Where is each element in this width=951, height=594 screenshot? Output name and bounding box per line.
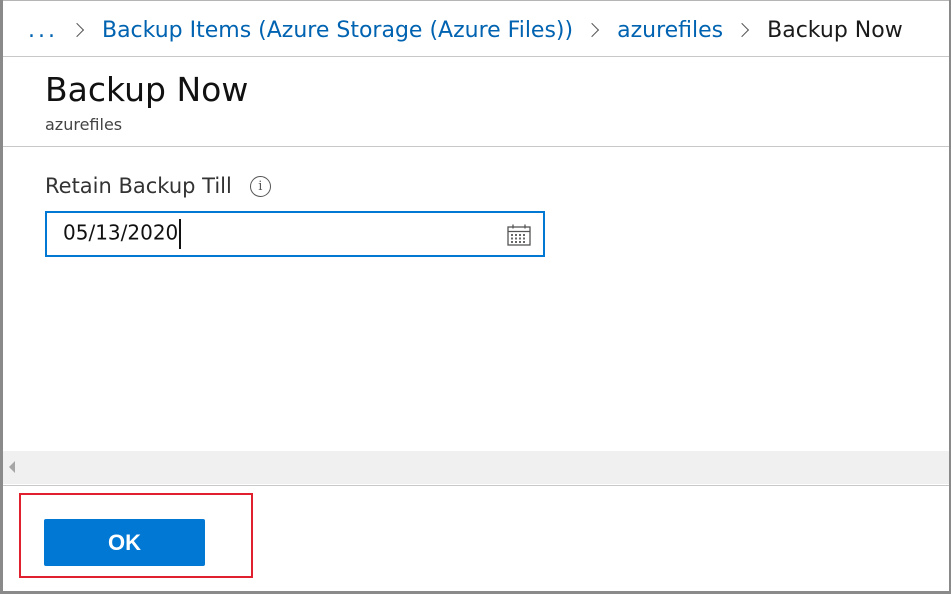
horizontal-scrollbar[interactable] [3, 451, 949, 484]
breadcrumb-item-azurefiles[interactable]: azurefiles [617, 18, 723, 43]
divider [3, 146, 949, 147]
window-edge-left [0, 0, 3, 594]
breadcrumb-ellipsis[interactable]: ... [28, 18, 58, 43]
breadcrumb: ... Backup Items (Azure Storage (Azure F… [28, 12, 903, 48]
retain-backup-label-text: Retain Backup Till [45, 174, 232, 198]
retain-backup-label: Retain Backup Till i [45, 174, 271, 198]
divider [3, 56, 949, 57]
chevron-right-icon [69, 22, 85, 38]
chevron-right-icon [735, 22, 750, 38]
chevron-right-icon [585, 22, 600, 38]
divider [3, 485, 949, 486]
page-title: Backup Now [45, 70, 249, 109]
breadcrumb-item-current: Backup Now [767, 17, 903, 43]
scroll-left-arrow-icon[interactable] [9, 461, 15, 473]
text-caret [179, 219, 182, 249]
calendar-icon[interactable] [507, 224, 531, 246]
page-subtitle: azurefiles [45, 115, 123, 134]
breadcrumb-item-backup-items[interactable]: Backup Items (Azure Storage (Azure Files… [102, 18, 573, 43]
retain-backup-date-input[interactable]: 05/13/2020 [45, 211, 545, 257]
date-input-value: 05/13/2020 [63, 219, 182, 249]
info-icon[interactable]: i [249, 175, 271, 197]
ok-button[interactable]: OK [44, 519, 205, 566]
